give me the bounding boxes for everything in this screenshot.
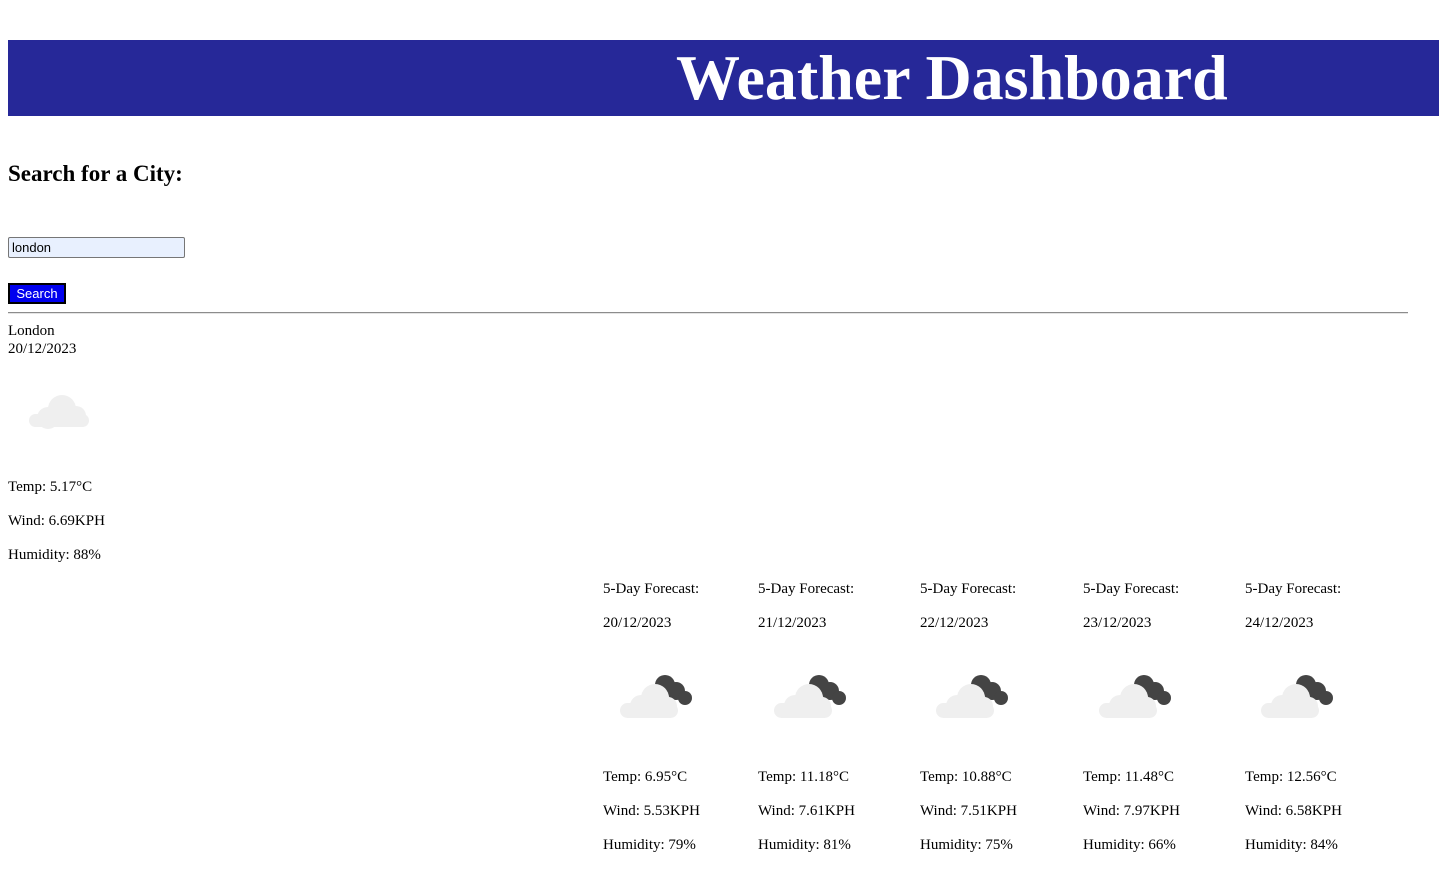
forecast-card: 5-Day Forecast: 24/12/2023 Temp: 12.56°C… — [1245, 578, 1395, 858]
forecast-temp: Temp: 11.18°C — [758, 769, 850, 785]
weather-dashboard-page: Weather Dashboard Search for a City: Sea… — [0, 0, 1439, 880]
cloud-dark-cloud-icon — [1256, 668, 1336, 724]
page-title: Weather Dashboard — [676, 42, 1228, 113]
forecast-heading: 5-Day Forecast: — [1083, 581, 1180, 597]
forecast-heading: 5-Day Forecast: — [920, 581, 1017, 597]
forecast-heading: 5-Day Forecast: — [758, 581, 855, 597]
forecast-date: 20/12/2023 — [603, 615, 672, 631]
forecast-card: 5-Day Forecast: 20/12/2023 Temp: 6.95°C … — [603, 578, 753, 858]
search-heading: Search for a City: — [8, 161, 183, 186]
forecast-card: 5-Day Forecast: 21/12/2023 Temp: 11.18°C… — [758, 578, 908, 858]
forecast-heading: 5-Day Forecast: — [1245, 581, 1342, 597]
forecast-wind: Wind: 7.97KPH — [1083, 803, 1180, 819]
current-humidity: Humidity: 88% — [8, 547, 101, 563]
forecast-temp: Temp: 6.95°C — [603, 769, 688, 785]
forecast-temp: Temp: 10.88°C — [920, 769, 1012, 785]
current-city: London — [8, 323, 55, 339]
cloud-icon — [24, 380, 94, 436]
forecast-temp: Temp: 11.48°C — [1083, 769, 1175, 785]
forecast-humidity: Humidity: 75% — [920, 837, 1013, 853]
forecast-humidity: Humidity: 79% — [603, 837, 696, 853]
city-search-input[interactable] — [8, 237, 185, 258]
forecast-date: 24/12/2023 — [1245, 615, 1314, 631]
forecast-heading: 5-Day Forecast: — [603, 581, 700, 597]
forecast-humidity: Humidity: 81% — [758, 837, 851, 853]
divider — [8, 312, 1408, 314]
forecast-date: 23/12/2023 — [1083, 615, 1152, 631]
forecast-date: 22/12/2023 — [920, 615, 989, 631]
forecast-wind: Wind: 6.58KPH — [1245, 803, 1342, 819]
forecast-card: 5-Day Forecast: 22/12/2023 Temp: 10.88°C… — [920, 578, 1070, 858]
forecast-temp: Temp: 12.56°C — [1245, 769, 1337, 785]
current-date: 20/12/2023 — [8, 341, 77, 357]
current-temp: Temp: 5.17°C — [8, 479, 93, 495]
forecast-humidity: Humidity: 66% — [1083, 837, 1176, 853]
cloud-dark-cloud-icon — [1094, 668, 1174, 724]
current-wind: Wind: 6.69KPH — [8, 513, 105, 529]
forecast-wind: Wind: 7.51KPH — [920, 803, 1017, 819]
search-button[interactable]: Search — [8, 283, 66, 304]
forecast-wind: Wind: 7.61KPH — [758, 803, 855, 819]
forecast-date: 21/12/2023 — [758, 615, 827, 631]
cloud-dark-cloud-icon — [769, 668, 849, 724]
cloud-dark-cloud-icon — [615, 668, 695, 724]
forecast-humidity: Humidity: 84% — [1245, 837, 1338, 853]
cloud-dark-cloud-icon — [931, 668, 1011, 724]
forecast-card: 5-Day Forecast: 23/12/2023 Temp: 11.48°C… — [1083, 578, 1233, 858]
forecast-wind: Wind: 5.53KPH — [603, 803, 700, 819]
